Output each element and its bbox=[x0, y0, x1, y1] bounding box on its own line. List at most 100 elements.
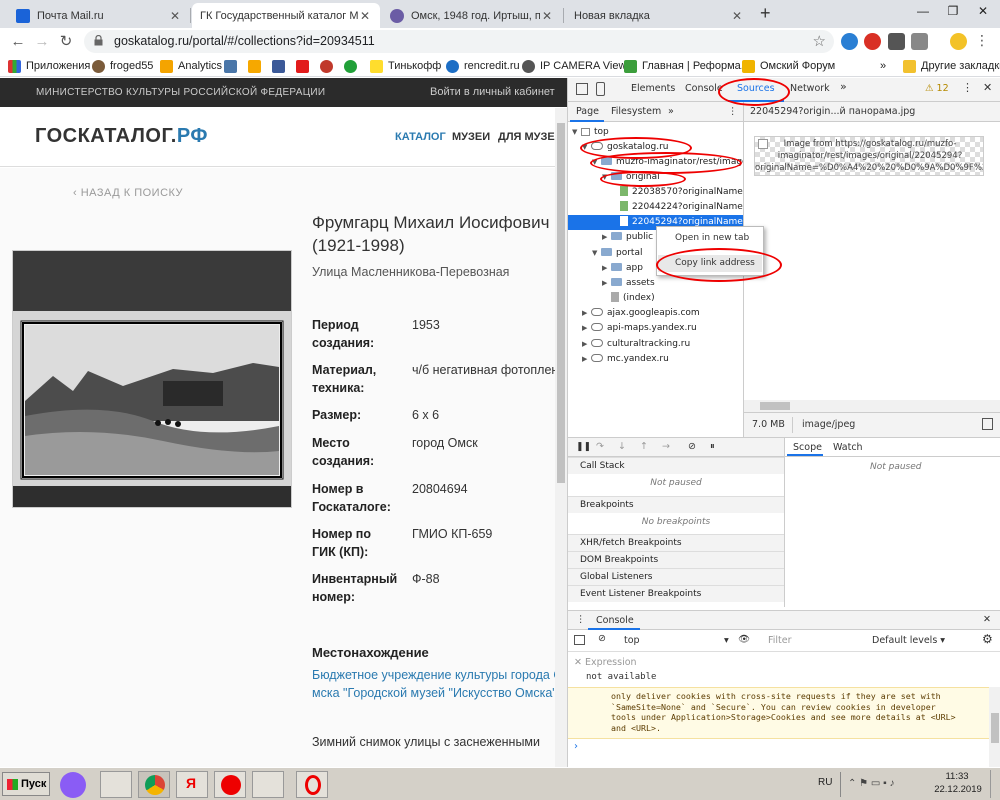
window-close-button[interactable]: ✕ bbox=[968, 0, 998, 22]
tree-item[interactable]: ▶ public bbox=[602, 230, 653, 245]
tree-item[interactable]: ▶ culturaltracking.ru bbox=[582, 337, 690, 352]
section-dom[interactable]: DOM Breakpoints bbox=[568, 551, 784, 568]
tree-item[interactable]: ▶ app bbox=[602, 261, 643, 276]
login-link[interactable]: Войти в личный кабинет bbox=[430, 86, 567, 98]
close-icon[interactable]: ✕ bbox=[168, 9, 182, 23]
bookmark-other[interactable]: Другие закладки bbox=[903, 58, 1000, 74]
log-levels-dropdown[interactable]: Default levels ▾ bbox=[872, 635, 945, 646]
inspect-icon[interactable] bbox=[576, 83, 588, 95]
tree-item[interactable]: (index) bbox=[611, 291, 655, 306]
tab-scope[interactable]: Scope bbox=[793, 442, 822, 453]
extension-icon[interactable] bbox=[888, 33, 905, 50]
warning-count[interactable]: ⚠ 12 bbox=[925, 83, 949, 94]
preview-hscrollbar[interactable] bbox=[744, 400, 1000, 412]
tree-item[interactable]: 22044224?originalName= bbox=[620, 200, 743, 215]
forward-arrow-icon[interactable]: → bbox=[32, 32, 52, 52]
back-to-search-link[interactable]: ‹ НАЗАД К ПОИСКУ bbox=[73, 187, 183, 199]
section-breakpoints[interactable]: Breakpoints bbox=[568, 496, 784, 513]
tab-network[interactable]: Network bbox=[790, 83, 830, 94]
scrollbar-thumb[interactable] bbox=[557, 123, 565, 483]
prompt-icon[interactable]: › bbox=[574, 741, 578, 752]
section-global-listeners[interactable]: Global Listeners bbox=[568, 568, 784, 585]
photo-frame[interactable] bbox=[12, 250, 292, 508]
app-icon[interactable] bbox=[252, 771, 284, 798]
maximize-button[interactable]: ❐ bbox=[938, 0, 968, 22]
close-icon[interactable]: ✕ bbox=[540, 9, 554, 23]
extension-icon[interactable] bbox=[841, 33, 858, 50]
tab-page[interactable]: Page bbox=[576, 106, 599, 117]
tab-new[interactable]: Новая вкладка ✕ bbox=[566, 3, 752, 28]
tab-console-drawer[interactable]: Console bbox=[596, 615, 634, 626]
step-into-icon[interactable]: ↓ bbox=[618, 441, 626, 452]
nav-museums[interactable]: МУЗЕИ bbox=[452, 131, 490, 143]
tab-filesystem[interactable]: Filesystem bbox=[611, 106, 661, 117]
chrome-icon[interactable] bbox=[138, 771, 170, 798]
back-arrow-icon[interactable]: ← bbox=[8, 32, 28, 52]
bookmark-item[interactable]: Analytics bbox=[160, 58, 222, 74]
close-icon[interactable]: ✕ bbox=[983, 81, 992, 94]
bookmark-item[interactable]: rencredit.ru bbox=[446, 58, 520, 74]
nav-catalog[interactable]: КАТАЛОГ bbox=[395, 131, 446, 143]
section-xhr[interactable]: XHR/fetch Breakpoints bbox=[568, 534, 784, 551]
more-tabs-button[interactable]: » bbox=[840, 80, 847, 93]
devtools-menu-icon[interactable]: ⋮ bbox=[962, 81, 973, 94]
language-indicator[interactable]: RU bbox=[818, 777, 832, 788]
clock-time[interactable]: 11:33 bbox=[942, 771, 972, 782]
bookmark-item[interactable] bbox=[320, 58, 338, 74]
site-logo[interactable]: ГОСКАТАЛОГ.РФ bbox=[35, 125, 208, 148]
bookmark-item[interactable]: Тинькофф bbox=[370, 58, 441, 74]
page-scrollbar[interactable] bbox=[555, 108, 567, 767]
show-desktop-button[interactable] bbox=[990, 770, 998, 798]
format-icon[interactable] bbox=[982, 418, 993, 430]
bookmark-item[interactable] bbox=[248, 58, 266, 74]
tree-item[interactable]: ▶ api-maps.yandex.ru bbox=[582, 321, 697, 336]
bookmark-item[interactable]: IP CAMERA Viewer bbox=[522, 58, 636, 74]
opera-icon[interactable] bbox=[296, 771, 328, 798]
bookmark-item[interactable]: froged55 bbox=[92, 58, 153, 74]
explorer-icon[interactable] bbox=[100, 771, 132, 798]
image-preview[interactable]: Image from https://goskatalog.ru/muzfo- … bbox=[754, 136, 984, 176]
bookmark-item[interactable] bbox=[344, 58, 362, 74]
more-tabs-button[interactable]: » bbox=[668, 106, 674, 117]
tree-item[interactable]: ▶ mc.yandex.ru bbox=[582, 352, 669, 367]
tree-item[interactable]: ▼ portal bbox=[592, 246, 642, 261]
sidebar-toggle-icon[interactable] bbox=[574, 635, 585, 645]
tab-omsk[interactable]: Омск, 1948 год. Иртыш, пляж на Иртыше ✕ bbox=[382, 3, 562, 28]
gear-icon[interactable]: ⚙ bbox=[982, 632, 993, 646]
console-filter-input[interactable]: Filter bbox=[764, 633, 864, 648]
tree-item[interactable]: ▼ top bbox=[572, 125, 609, 140]
bookmark-item[interactable] bbox=[296, 58, 314, 74]
clock-date[interactable]: 22.12.2019 bbox=[930, 784, 986, 795]
avatar[interactable] bbox=[950, 33, 967, 50]
bookmark-item[interactable] bbox=[272, 58, 290, 74]
step-out-icon[interactable]: ↑ bbox=[640, 441, 648, 452]
tree-item[interactable]: ▶ assets bbox=[602, 276, 655, 291]
step-over-icon[interactable]: ↷ bbox=[596, 441, 604, 452]
menu-open-new-tab[interactable]: Open in new tab bbox=[675, 233, 749, 243]
adblock-icon[interactable] bbox=[864, 33, 881, 50]
pause-icon[interactable]: ❚❚ bbox=[576, 442, 591, 452]
museum-link[interactable]: Бюджетное учреждение культуры города Омс… bbox=[312, 666, 564, 702]
eye-icon[interactable]: 👁 bbox=[738, 634, 750, 645]
address-bar[interactable]: goskatalog.ru/portal/#/collections?id=20… bbox=[84, 30, 834, 53]
drawer-menu-icon[interactable]: ⋮ bbox=[576, 614, 586, 625]
panel-menu-icon[interactable]: ⋮ bbox=[728, 106, 738, 117]
close-icon[interactable]: ✕ bbox=[358, 9, 372, 23]
bookmark-apps[interactable]: Приложения bbox=[8, 58, 90, 74]
close-icon[interactable]: ✕ bbox=[983, 614, 991, 625]
close-icon[interactable]: ✕ bbox=[730, 9, 744, 23]
console-scrollbar[interactable] bbox=[989, 687, 1000, 767]
reload-icon[interactable]: ↻ bbox=[56, 32, 76, 52]
bookmark-item[interactable]: Главная | Реформа... bbox=[624, 58, 750, 74]
tree-item[interactable]: 22038570?originalName= bbox=[620, 185, 743, 200]
expression-row[interactable]: ✕ Expression bbox=[574, 657, 637, 668]
tab-elements[interactable]: Elements bbox=[631, 83, 675, 94]
section-call-stack[interactable]: Call Stack bbox=[568, 457, 784, 474]
clear-console-icon[interactable]: ⊘ bbox=[598, 633, 606, 644]
step-icon[interactable]: → bbox=[662, 441, 670, 452]
tab-mail[interactable]: Почта Mail.ru ✕ bbox=[8, 3, 190, 28]
open-file-tab[interactable]: 22045294?origin...й панорама.jpg bbox=[750, 106, 950, 117]
yandex-browser-icon[interactable] bbox=[214, 771, 246, 798]
bookmark-item[interactable] bbox=[224, 58, 242, 74]
minimize-button[interactable]: — bbox=[908, 0, 938, 22]
